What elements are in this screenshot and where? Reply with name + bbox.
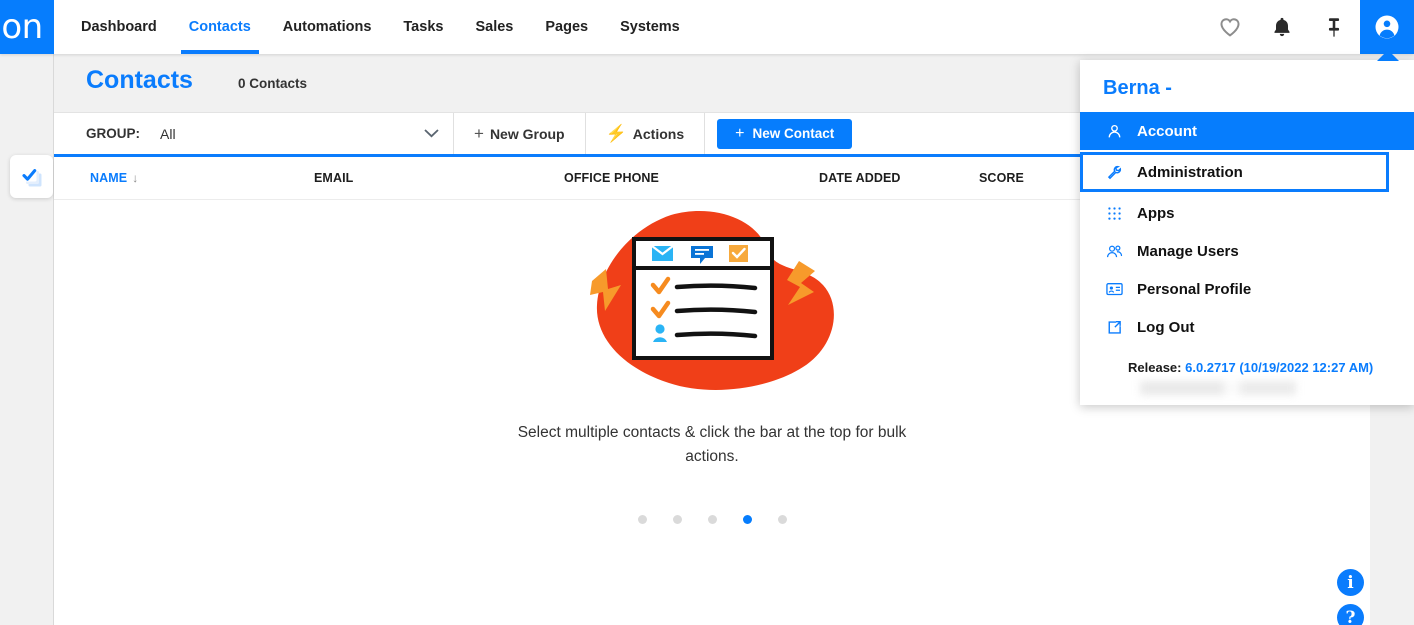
nav-item-contacts[interactable]: Contacts (173, 0, 267, 54)
menu-item-label: Administration (1137, 163, 1243, 181)
account-menu-title: Berna - (1103, 77, 1172, 99)
logout-icon (1105, 320, 1123, 335)
left-rail (0, 54, 54, 625)
carousel-dot[interactable] (637, 515, 647, 524)
menu-item-label: Personal Profile (1137, 280, 1252, 298)
person-icon (1105, 124, 1123, 139)
app-root: on Dashboard Contacts Automations Tasks … (0, 0, 1414, 625)
column-label: NAME (90, 171, 128, 185)
account-avatar-icon[interactable] (1360, 0, 1414, 54)
column-header-email[interactable]: EMAIL (314, 171, 564, 185)
empty-state-message: Select multiple contacts & click the bar… (517, 424, 907, 465)
help-question-icon[interactable]: ? (1337, 604, 1364, 625)
nav-label: Dashboard (81, 19, 157, 35)
nav-label: Automations (282, 19, 372, 35)
dropdown-pointer-icon (1377, 50, 1399, 61)
menu-item-label: Manage Users (1137, 242, 1239, 260)
nav-label: Contacts (188, 19, 251, 35)
new-group-label: New Group (489, 125, 565, 142)
nav-item-dashboard[interactable]: Dashboard (65, 0, 173, 54)
bulk-select-toggle[interactable] (10, 155, 53, 198)
menu-item-label: Apps (1137, 204, 1175, 222)
menu-item-apps[interactable]: Apps (1080, 194, 1414, 232)
main-nav-items: Dashboard Contacts Automations Tasks Sal… (65, 0, 696, 54)
menu-item-label: Log Out (1137, 318, 1195, 336)
release-version: 6.0.2717 (10/19/2022 12:27 AM) (1185, 360, 1374, 375)
new-group-button[interactable]: + New Group (454, 113, 586, 154)
carousel-dot[interactable] (777, 515, 787, 524)
heart-icon[interactable] (1204, 0, 1256, 54)
column-label: EMAIL (314, 171, 354, 185)
carousel-dots (637, 515, 787, 524)
group-filter-dropdown[interactable]: GROUP: All (54, 113, 454, 154)
chevron-down-icon (424, 125, 439, 143)
nav-item-automations[interactable]: Automations (267, 0, 388, 54)
carousel-dot-active[interactable] (742, 515, 752, 524)
brand-logo-text: on (1, 7, 43, 47)
redacted-info-line (1140, 381, 1340, 395)
new-contact-label: New Contact (752, 126, 835, 141)
contacts-count: 0 Contacts (237, 76, 307, 91)
nav-label: Tasks (403, 19, 444, 35)
id-card-icon (1105, 282, 1123, 296)
nav-item-sales[interactable]: Sales (459, 0, 529, 54)
nav-item-systems[interactable]: Systems (604, 0, 696, 54)
column-label: DATE ADDED (819, 171, 901, 185)
wrench-icon (1105, 165, 1123, 180)
group-filter-value: All (160, 125, 176, 142)
plus-icon: + (474, 123, 484, 143)
new-contact-wrap: + New Contact (705, 113, 864, 154)
menu-item-account[interactable]: Account (1080, 112, 1414, 150)
account-dropdown-menu: Berna - Account Administration Apps Mana… (1080, 50, 1414, 405)
menu-item-administration[interactable]: Administration (1080, 152, 1389, 192)
nav-label: Pages (545, 19, 589, 35)
help-fab-stack: i ? (1337, 569, 1364, 625)
sort-descending-icon: ↓ (132, 171, 139, 185)
nav-right-icons (1204, 0, 1414, 54)
menu-item-log-out[interactable]: Log Out (1080, 308, 1414, 346)
nav-label: Sales (475, 19, 514, 35)
nav-item-tasks[interactable]: Tasks (387, 0, 459, 54)
empty-state-illustration (590, 210, 834, 390)
bell-icon[interactable] (1256, 0, 1308, 54)
actions-label: Actions (632, 125, 685, 142)
info-icon[interactable]: i (1337, 569, 1364, 596)
carousel-dot[interactable] (707, 515, 717, 524)
carousel-dot[interactable] (672, 515, 682, 524)
bolt-icon: ⚡ (605, 123, 627, 143)
plus-icon: + (735, 124, 745, 142)
group-filter-label: GROUP: (86, 126, 140, 141)
grid-dots-icon (1105, 206, 1123, 221)
column-label: SCORE (979, 171, 1024, 185)
release-info: Release: 6.0.2717 (10/19/2022 12:27 AM) (1080, 360, 1414, 375)
column-label: OFFICE PHONE (564, 171, 659, 185)
new-contact-button[interactable]: + New Contact (717, 118, 853, 149)
nav-item-pages[interactable]: Pages (529, 0, 604, 54)
page-title: Contacts (86, 66, 193, 94)
users-icon (1105, 244, 1123, 259)
column-header-date-added[interactable]: DATE ADDED (819, 171, 979, 185)
menu-item-label: Account (1137, 122, 1197, 140)
top-navigation-bar: on Dashboard Contacts Automations Tasks … (0, 0, 1414, 54)
pin-icon[interactable] (1308, 0, 1360, 54)
actions-button[interactable]: ⚡ Actions (586, 113, 706, 154)
release-label: Release: (1128, 360, 1182, 375)
brand-logo[interactable]: on (0, 0, 54, 54)
column-header-office-phone[interactable]: OFFICE PHONE (564, 171, 819, 185)
column-header-name[interactable]: NAME ↓ (54, 171, 314, 185)
menu-item-personal-profile[interactable]: Personal Profile (1080, 270, 1414, 308)
nav-label: Systems (620, 19, 680, 35)
menu-item-manage-users[interactable]: Manage Users (1080, 232, 1414, 270)
